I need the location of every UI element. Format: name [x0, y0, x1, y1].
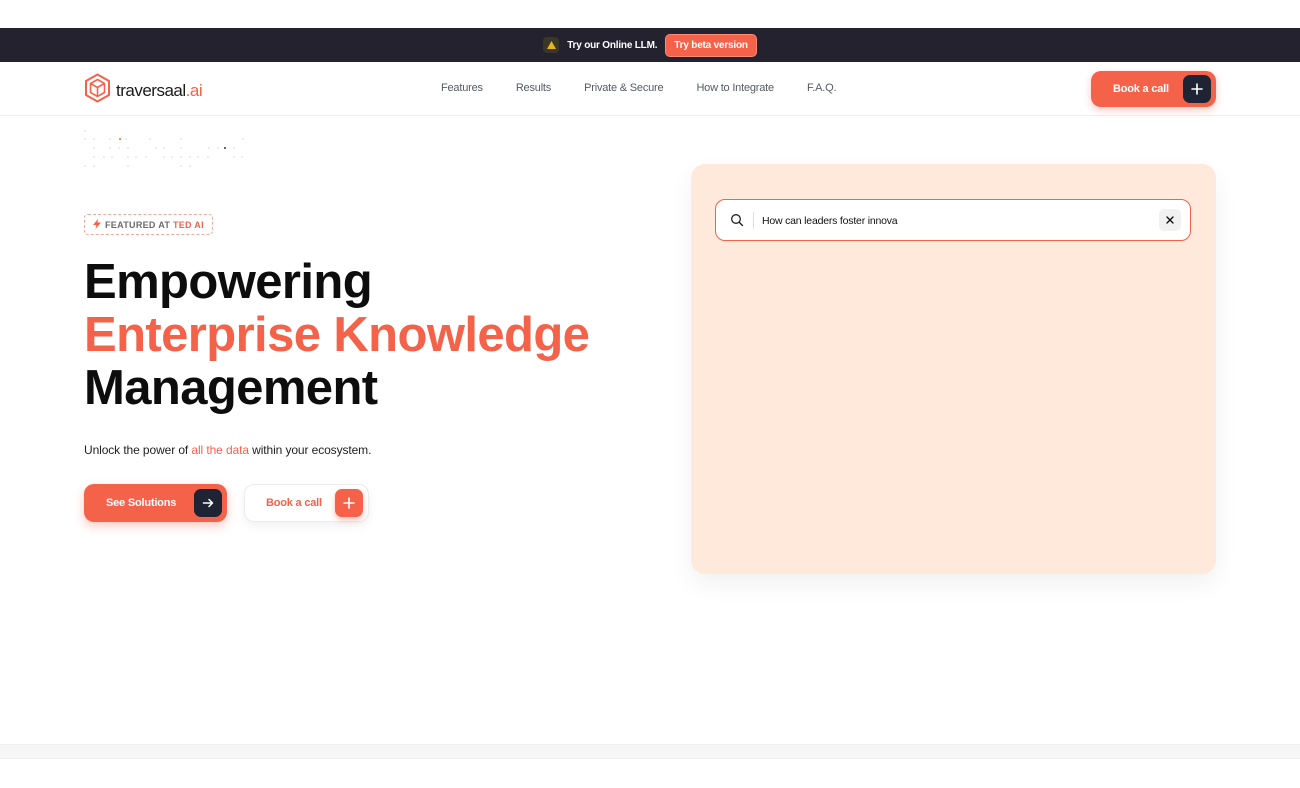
nav-link-faq[interactable]: F.A.Q. [807, 82, 837, 94]
search-input[interactable] [762, 211, 1142, 230]
decorative-dots [84, 130, 244, 167]
logo-suffix: .ai [185, 80, 203, 100]
headline-line-3: Management [84, 361, 378, 415]
arrow-right-icon [194, 489, 222, 517]
top-spacer [0, 0, 1300, 28]
logo-name: traversaal [116, 80, 186, 100]
lightning-icon [93, 216, 101, 234]
nav-link-features[interactable]: Features [441, 82, 483, 94]
nav-link-results[interactable]: Results [516, 82, 551, 94]
hero-book-call-button[interactable]: Book a call [244, 484, 369, 522]
subline-after: within your ecosystem. [248, 443, 372, 457]
close-icon[interactable] [1159, 209, 1181, 231]
nav-link-how-to-integrate[interactable]: How to Integrate [696, 82, 774, 94]
featured-badge-text: FEATURED AT TED AI [105, 220, 204, 230]
search-divider [753, 212, 754, 229]
nav-book-call-button[interactable]: Book a call [1091, 71, 1216, 107]
subline-before: Unlock the power of [84, 443, 192, 457]
featured-badge: FEATURED AT TED AI [84, 214, 213, 235]
headline-line-2: Enterprise Knowledge [84, 308, 590, 362]
see-solutions-button[interactable]: See Solutions [84, 484, 227, 522]
demo-panel [691, 164, 1216, 574]
hero-subline: Unlock the power of all the data within … [84, 443, 371, 457]
navbar: traversaal.ai Features Results Private &… [0, 62, 1300, 116]
hero-book-call-label: Book a call [266, 497, 322, 509]
headline-line-1: Empowering [84, 255, 373, 309]
announcement-text: Try our Online LLM. [567, 39, 658, 51]
hero-headline: Empowering Enterprise Knowledge Manageme… [84, 255, 590, 415]
nav-links: Features Results Private & Secure How to… [441, 82, 869, 94]
plus-icon [335, 489, 363, 517]
badge-highlight: TED AI [172, 219, 204, 230]
logo[interactable]: traversaal.ai [84, 73, 203, 108]
try-beta-button[interactable]: Try beta version [665, 33, 757, 57]
badge-prefix: FEATURED AT [105, 219, 173, 230]
see-solutions-label: See Solutions [106, 497, 177, 509]
nav-link-private-secure[interactable]: Private & Secure [584, 82, 664, 94]
bottom-grid-strip [0, 744, 1300, 759]
hexagon-logo-icon [84, 73, 111, 108]
logo-text: traversaal.ai [116, 80, 203, 101]
plus-icon [1183, 75, 1211, 103]
subline-highlight: all the data [191, 443, 249, 457]
warning-icon [543, 37, 560, 53]
search-box[interactable] [715, 199, 1191, 241]
announcement-bar: Try our Online LLM. Try beta version [0, 28, 1300, 62]
nav-book-call-label: Book a call [1113, 83, 1169, 95]
search-icon [730, 213, 744, 232]
